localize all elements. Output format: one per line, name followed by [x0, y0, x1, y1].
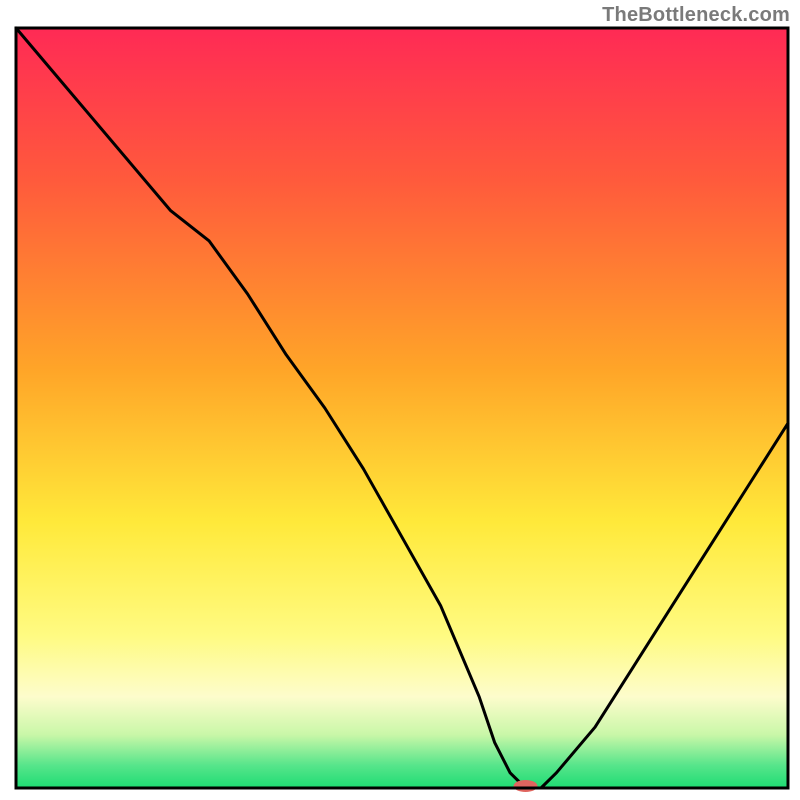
chart-canvas — [0, 0, 800, 800]
optimal-marker — [514, 780, 538, 792]
watermark-text: TheBottleneck.com — [602, 4, 790, 27]
bottleneck-chart: TheBottleneck.com — [0, 0, 800, 800]
chart-background — [16, 28, 788, 788]
